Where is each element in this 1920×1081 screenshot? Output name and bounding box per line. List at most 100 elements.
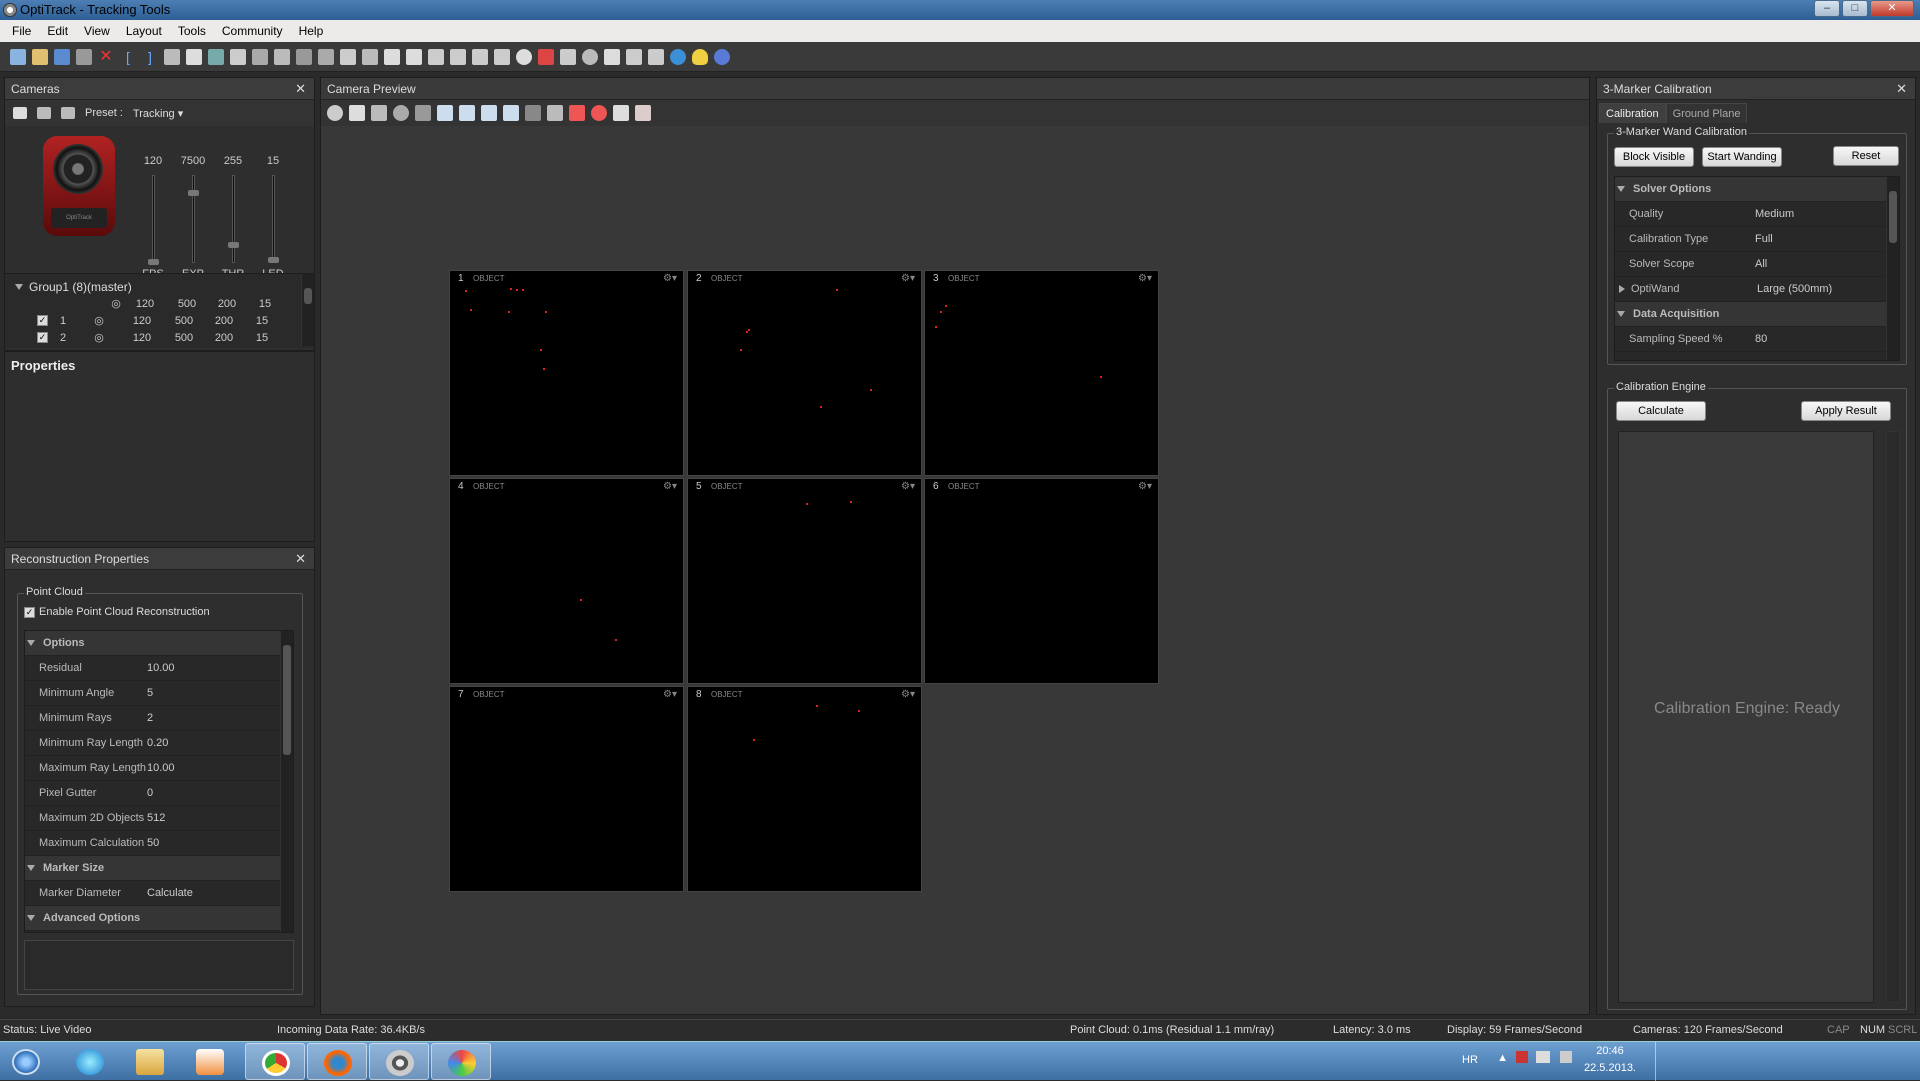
property-value[interactable]: Full	[1755, 233, 1773, 245]
document-icon[interactable]	[560, 48, 576, 65]
reset-button[interactable]: Reset	[1833, 146, 1899, 166]
menu-tools[interactable]: Tools	[170, 24, 214, 38]
grid-icon[interactable]	[274, 48, 290, 65]
layout-icon[interactable]	[164, 48, 180, 65]
gear-icon[interactable]: ⚙▾	[663, 689, 677, 700]
calibration-close-icon[interactable]: ✕	[1896, 78, 1907, 100]
property-value[interactable]: 80	[1755, 333, 1767, 345]
mask-icon[interactable]	[569, 105, 585, 121]
table-icon[interactable]	[626, 48, 642, 65]
crosshair-icon[interactable]	[415, 105, 431, 121]
tab-calibration[interactable]: Calibration	[1599, 103, 1666, 123]
new-icon[interactable]	[10, 48, 26, 65]
menu-help[interactable]: Help	[291, 24, 332, 38]
frame-b-icon[interactable]	[459, 105, 475, 121]
slider-thumb[interactable]	[228, 242, 239, 249]
camera-settings-icon[interactable]	[37, 107, 51, 119]
camera-icon[interactable]	[230, 48, 246, 65]
taskbar-firefox[interactable]	[307, 1043, 367, 1080]
shield-icon[interactable]	[613, 105, 629, 121]
gear-icon[interactable]: ⚙▾	[901, 273, 915, 284]
frame-a-icon[interactable]	[437, 105, 453, 121]
property-value[interactable]: Medium	[1755, 208, 1794, 220]
property-row[interactable]: Maximum Calculation Tim50	[25, 831, 293, 856]
tab-ground-plane[interactable]: Ground Plane	[1665, 103, 1748, 123]
apply-result-button[interactable]: Apply Result	[1801, 401, 1891, 421]
action-center-icon[interactable]	[1516, 1051, 1528, 1063]
grid-view-icon[interactable]	[349, 105, 365, 121]
enable-point-cloud[interactable]: ✓ Enable Point Cloud Reconstruction	[24, 606, 210, 618]
camera-mode-icon[interactable]: ◎	[78, 331, 120, 344]
property-value[interactable]: 0.20	[147, 737, 168, 749]
section-advanced-options[interactable]: Advanced Options	[25, 906, 293, 931]
property-row[interactable]: Marker Diameter Calculate	[25, 881, 293, 906]
property-value[interactable]: 10.00	[147, 662, 175, 674]
columns-4-icon[interactable]	[494, 48, 510, 65]
wand-icon[interactable]	[252, 48, 268, 65]
property-grid-scrollbar[interactable]	[280, 631, 293, 932]
property-value[interactable]: 5	[147, 687, 153, 699]
camera-view[interactable]: 6 OBJECT ⚙▾	[924, 478, 1159, 684]
taskbar-chrome[interactable]	[245, 1043, 305, 1080]
collapse-icon[interactable]	[27, 865, 35, 871]
property-value[interactable]: 512	[147, 812, 165, 824]
comment-icon[interactable]	[516, 48, 532, 65]
property-row[interactable]: Minimum Rays 2	[25, 706, 293, 731]
section-options[interactable]: Options	[25, 631, 293, 656]
property-value[interactable]: All	[1755, 258, 1767, 270]
clear-mask-icon[interactable]	[635, 105, 651, 121]
columns-icon[interactable]	[428, 48, 444, 65]
solver-scrollbar[interactable]	[1886, 177, 1899, 360]
view-a-icon[interactable]	[384, 48, 400, 65]
property-row[interactable]: Solver Scope All	[1615, 252, 1899, 277]
menu-view[interactable]: View	[76, 24, 118, 38]
slider-thumb[interactable]	[268, 257, 279, 264]
bracket-open-icon[interactable]: [	[120, 49, 136, 65]
language-indicator[interactable]: HR	[1462, 1054, 1492, 1066]
fps-slider[interactable]: 120 FPS	[133, 155, 173, 285]
globe-icon[interactable]	[582, 48, 598, 65]
collapse-icon[interactable]	[1617, 186, 1625, 192]
frame-icon[interactable]	[362, 48, 378, 65]
menu-community[interactable]: Community	[214, 24, 291, 38]
bulb-icon[interactable]	[692, 48, 708, 65]
save-icon[interactable]	[54, 48, 70, 65]
panel-icon[interactable]	[296, 48, 312, 65]
menu-layout[interactable]: Layout	[118, 24, 170, 38]
refresh-icon[interactable]	[670, 48, 686, 65]
property-value[interactable]: 2	[147, 712, 153, 724]
thr-slider[interactable]: 255 THR	[213, 155, 253, 285]
tray-expand-icon[interactable]: ▲	[1497, 1052, 1508, 1064]
taskbar-paint[interactable]	[431, 1043, 491, 1080]
list-view-icon[interactable]	[13, 107, 27, 119]
collapse-icon[interactable]	[1617, 311, 1625, 317]
clock-time[interactable]: 20:46	[1590, 1045, 1630, 1057]
eye-icon[interactable]	[327, 105, 343, 121]
property-value[interactable]: Large (500mm)	[1757, 283, 1832, 295]
start-button[interactable]	[0, 1043, 56, 1080]
section-solver-options[interactable]: Solver Options	[1615, 177, 1899, 202]
camera-enable-checkbox[interactable]: ✓	[37, 315, 48, 326]
camera-enable-checkbox[interactable]: ✓	[37, 332, 48, 343]
property-value[interactable]: 0	[147, 787, 153, 799]
property-row[interactable]: Minimum Ray Length 0.20	[25, 731, 293, 756]
camera-list-scrollbar[interactable]	[301, 274, 314, 346]
notes-icon[interactable]	[648, 48, 664, 65]
taskbar-media[interactable]	[180, 1043, 240, 1080]
network-icon[interactable]	[1536, 1051, 1550, 1063]
view-b-icon[interactable]	[406, 48, 422, 65]
property-row[interactable]: Maximum 2D Objects 512	[25, 806, 293, 831]
start-wanding-button[interactable]: Start Wanding	[1702, 147, 1782, 167]
bracket-close-icon[interactable]: ]	[142, 49, 158, 65]
show-desktop-button[interactable]	[1655, 1042, 1665, 1081]
expand-icon[interactable]	[1619, 285, 1625, 293]
camera-group-row[interactable]: Group1 (8)(master)	[5, 278, 314, 295]
block-icon[interactable]	[591, 105, 607, 121]
tools-icon[interactable]	[76, 48, 92, 65]
camera-view[interactable]: 5 OBJECT ⚙▾	[687, 478, 922, 684]
minimize-button[interactable]: ‒	[1814, 0, 1840, 17]
optiwand-row[interactable]: OptiWand Large (500mm)	[1615, 277, 1899, 302]
page-icon[interactable]	[604, 48, 620, 65]
camera-mode-icon[interactable]: ◎	[78, 314, 120, 327]
gear-icon[interactable]: ⚙▾	[663, 481, 677, 492]
